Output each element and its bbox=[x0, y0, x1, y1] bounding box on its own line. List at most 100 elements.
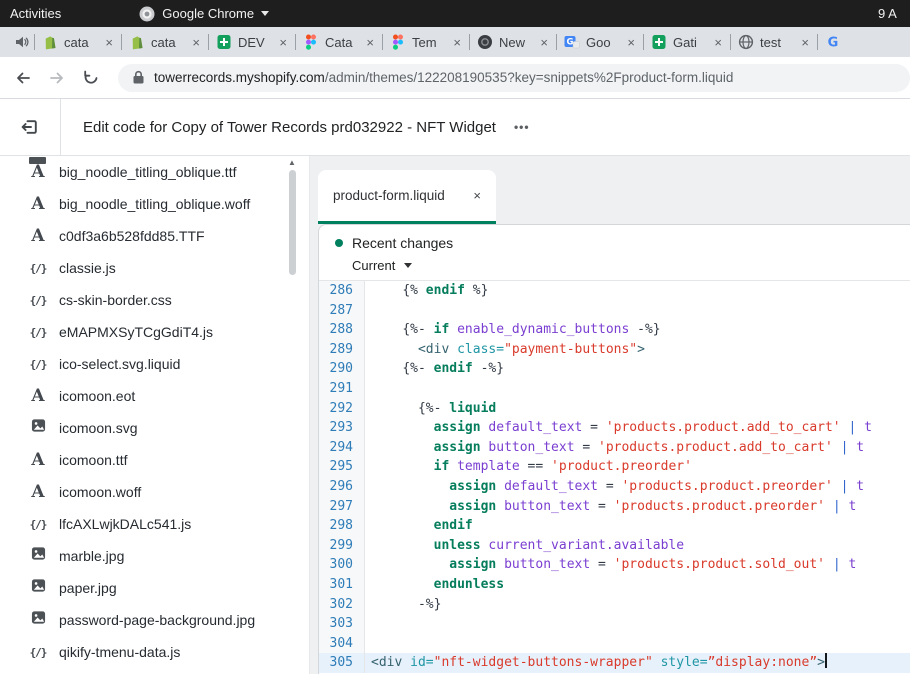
forward-button[interactable] bbox=[48, 69, 66, 87]
reload-button[interactable] bbox=[82, 69, 100, 87]
file-item[interactable]: {/}ico-select.svg.liquid bbox=[0, 348, 309, 380]
code-line[interactable]: 292 {%- liquid bbox=[319, 399, 910, 419]
file-item[interactable]: Ac0df3a6b528fdd85.TTF bbox=[0, 220, 309, 252]
code-line[interactable]: 291 bbox=[319, 379, 910, 399]
file-item[interactable]: {/}qikify-tmenu-data.js bbox=[0, 636, 309, 668]
code-line[interactable]: 304 bbox=[319, 634, 910, 654]
globe-icon bbox=[738, 34, 754, 50]
code-line[interactable]: 303 bbox=[319, 614, 910, 634]
file-item[interactable]: {/}lfcAXLwjkDALc541.js bbox=[0, 508, 309, 540]
tab-close-icon[interactable]: × bbox=[366, 36, 374, 49]
code-line[interactable]: 302 -%} bbox=[319, 595, 910, 615]
editor-tab-close-icon[interactable]: × bbox=[473, 188, 481, 203]
image-file-icon bbox=[28, 546, 48, 566]
file-item[interactable]: marble.jpg bbox=[0, 540, 309, 572]
code-text: unless current_variant.available bbox=[365, 536, 910, 556]
file-item[interactable]: Aicomoon.ttf bbox=[0, 444, 309, 476]
code-text: endunless bbox=[365, 575, 910, 595]
version-dropdown[interactable]: Current bbox=[352, 258, 910, 273]
exit-button[interactable] bbox=[15, 112, 45, 142]
browser-tab-Goo[interactable]: GGoo× bbox=[556, 27, 643, 57]
code-line[interactable]: 295 if template == 'product.preorder' bbox=[319, 457, 910, 477]
code-text: {% endif %} bbox=[365, 281, 910, 301]
browser-tab-google[interactable]: G bbox=[817, 27, 873, 57]
code-text: -%} bbox=[365, 595, 910, 615]
app-title-menu[interactable]: Google Chrome bbox=[139, 6, 269, 22]
file-item[interactable]: paper.jpg bbox=[0, 572, 309, 604]
code-line[interactable]: 296 assign default_text = 'products.prod… bbox=[319, 477, 910, 497]
font-file-icon: A bbox=[28, 164, 48, 181]
sheets-icon bbox=[651, 34, 667, 50]
file-item[interactable]: icomoon.svg bbox=[0, 412, 309, 444]
scrollbar-thumb[interactable] bbox=[289, 170, 296, 275]
code-text: assign button_text = 'products.product.a… bbox=[365, 438, 910, 458]
browser-tab-cata[interactable]: cata× bbox=[121, 27, 208, 57]
file-item[interactable]: {/}eMAPMXSyTCgGdiT4.js bbox=[0, 316, 309, 348]
tab-title: New bbox=[499, 35, 534, 50]
speaker-icon[interactable] bbox=[14, 34, 30, 50]
code-line[interactable]: 300 assign button_text = 'products.produ… bbox=[319, 555, 910, 575]
sidebar-scrollbar[interactable]: ▲ bbox=[287, 156, 297, 674]
code-line[interactable]: 297 assign button_text = 'products.produ… bbox=[319, 497, 910, 517]
font-file-icon: A bbox=[28, 228, 48, 245]
code-line[interactable]: 289 <div class="payment-buttons"> bbox=[319, 340, 910, 360]
file-item[interactable]: Aicomoon.eot bbox=[0, 380, 309, 412]
file-item[interactable]: Abig_noodle_titling_oblique.woff bbox=[0, 188, 309, 220]
file-item[interactable]: Aicomoon.woff bbox=[0, 476, 309, 508]
code-line[interactable]: 298 endif bbox=[319, 516, 910, 536]
tab-close-icon[interactable]: × bbox=[453, 36, 461, 49]
svg-text:G: G bbox=[828, 36, 839, 51]
google-icon: G bbox=[825, 34, 841, 50]
code-line[interactable]: 305<div id="nft-widget-buttons-wrapper" … bbox=[319, 653, 910, 673]
browser-tab-Cata[interactable]: Cata× bbox=[295, 27, 382, 57]
file-name: c0df3a6b528fdd85.TTF bbox=[59, 228, 205, 244]
code-line[interactable]: 290 {%- endif -%} bbox=[319, 359, 910, 379]
scroll-up-arrow-icon[interactable]: ▲ bbox=[287, 158, 297, 167]
tab-close-icon[interactable]: × bbox=[540, 36, 548, 49]
line-number: 288 bbox=[319, 320, 365, 340]
editor-tab-product-form[interactable]: product-form.liquid × bbox=[318, 170, 496, 224]
tab-close-icon[interactable]: × bbox=[627, 36, 635, 49]
code-line[interactable]: 293 assign default_text = 'products.prod… bbox=[319, 418, 910, 438]
system-top-bar: Activities Google Chrome 9 A bbox=[0, 0, 910, 27]
file-item[interactable]: {/}classie.js bbox=[0, 252, 309, 284]
tab-close-icon[interactable]: × bbox=[105, 36, 113, 49]
code-line[interactable]: 286 {% endif %} bbox=[319, 281, 910, 301]
browser-tab-DEV[interactable]: DEV× bbox=[208, 27, 295, 57]
lock-icon[interactable] bbox=[132, 70, 145, 85]
code-line[interactable]: 287 bbox=[319, 301, 910, 321]
tab-close-icon[interactable]: × bbox=[192, 36, 200, 49]
browser-tab-Tem[interactable]: Tem× bbox=[382, 27, 469, 57]
browser-tab-test[interactable]: test× bbox=[730, 27, 817, 57]
file-name: cs-skin-border.css bbox=[59, 292, 172, 308]
code-file-icon: {/} bbox=[28, 262, 48, 275]
code-line[interactable]: 288 {%- if enable_dynamic_buttons -%} bbox=[319, 320, 910, 340]
back-button[interactable] bbox=[14, 69, 32, 87]
file-name: ico-select.svg.liquid bbox=[59, 356, 180, 372]
code-text: endif bbox=[365, 516, 910, 536]
code-line[interactable]: 299 unless current_variant.available bbox=[319, 536, 910, 556]
tab-close-icon[interactable]: × bbox=[714, 36, 722, 49]
activities-button[interactable]: Activities bbox=[10, 6, 61, 21]
line-number: 292 bbox=[319, 399, 365, 419]
line-number: 305 bbox=[319, 653, 365, 673]
browser-tab-cata[interactable]: cata× bbox=[34, 27, 121, 57]
code-line[interactable]: 294 assign button_text = 'products.produ… bbox=[319, 438, 910, 458]
file-item[interactable]: {/}cs-skin-border.css bbox=[0, 284, 309, 316]
code-line[interactable]: 301 endunless bbox=[319, 575, 910, 595]
file-item[interactable]: password-page-background.jpg bbox=[0, 604, 309, 636]
browser-tab-New[interactable]: New × bbox=[469, 27, 556, 57]
screen: Activities Google Chrome 9 A cata×cata×D… bbox=[0, 0, 910, 674]
tab-close-icon[interactable]: × bbox=[801, 36, 809, 49]
address-bar[interactable]: towerrecords.myshopify.com/admin/themes/… bbox=[118, 64, 910, 92]
code-file-icon: {/} bbox=[28, 326, 48, 339]
file-item[interactable]: Abig_noodle_titling_oblique.ttf bbox=[0, 156, 309, 188]
tab-close-icon[interactable]: × bbox=[279, 36, 287, 49]
code-area[interactable]: 286 {% endif %}287288 {%- if enable_dyna… bbox=[319, 281, 910, 674]
browser-tab-Gati[interactable]: Gati× bbox=[643, 27, 730, 57]
code-editor: product-form.liquid × Recent changes Cur… bbox=[310, 156, 910, 674]
editor-panel-header: Recent changes Current bbox=[319, 225, 910, 281]
more-actions-button[interactable]: ••• bbox=[514, 120, 530, 134]
code-text bbox=[365, 634, 910, 654]
font-file-icon: A bbox=[28, 452, 48, 469]
